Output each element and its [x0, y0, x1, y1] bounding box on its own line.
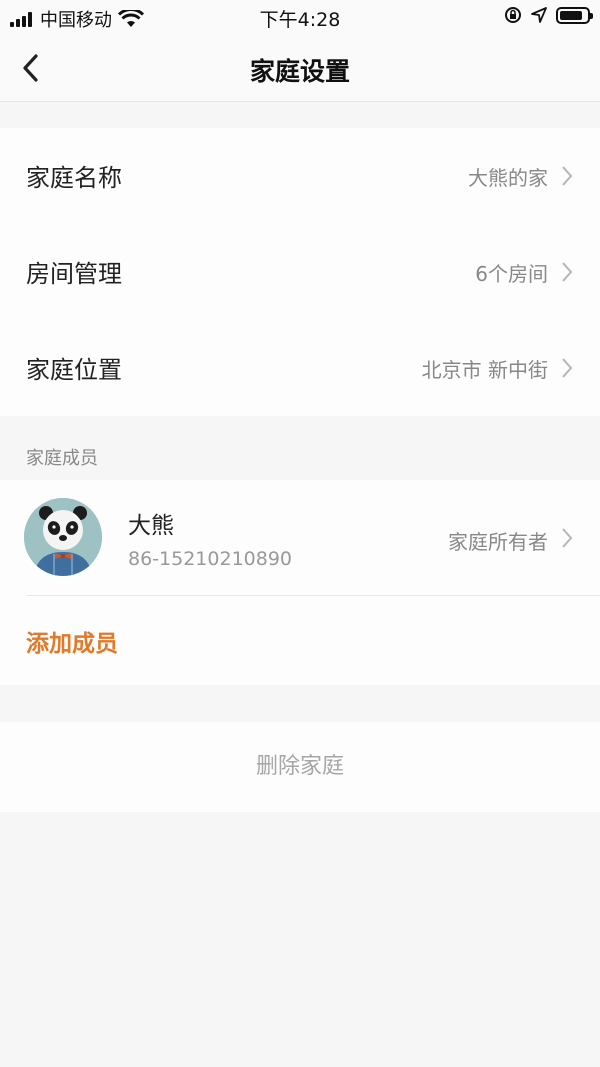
panda-avatar-icon: [24, 498, 102, 576]
chevron-right-icon: [562, 262, 573, 282]
settings-row-location[interactable]: 家庭位置 北京市 新中街: [0, 320, 600, 416]
row-label: 家庭位置: [26, 356, 122, 384]
member-name: 大熊: [128, 513, 174, 539]
member-phone: 86-15210210890: [128, 548, 293, 570]
settings-group: 家庭名称 大熊的家 房间管理 6个房间 家庭位置 北京市 新中街: [0, 128, 600, 416]
chevron-right-icon: [562, 166, 573, 186]
row-label: 家庭名称: [26, 164, 122, 192]
orientation-lock-icon: [505, 7, 521, 23]
delete-family-button[interactable]: 删除家庭: [0, 722, 600, 812]
members-section-label: 家庭成员: [26, 448, 98, 469]
divider: [26, 595, 600, 596]
status-right: [504, 6, 593, 24]
add-member-button[interactable]: 添加成员: [26, 624, 118, 658]
page-title: 家庭设置: [249, 57, 350, 86]
avatar: [24, 498, 102, 576]
nav-bar: 家庭设置: [0, 34, 600, 102]
status-bar: 中国移动 下午4:28: [0, 0, 600, 34]
settings-row-family-name[interactable]: 家庭名称 大熊的家: [0, 128, 600, 224]
row-label: 房间管理: [26, 260, 122, 288]
location-icon: [531, 7, 547, 23]
chevron-right-icon: [562, 358, 573, 378]
chevron-right-icon[interactable]: [560, 526, 574, 550]
row-value: 6个房间: [475, 262, 548, 286]
member-role[interactable]: 家庭所有者: [448, 526, 548, 555]
settings-row-rooms[interactable]: 房间管理 6个房间: [0, 224, 600, 320]
battery-icon: [556, 6, 593, 24]
row-value: 大熊的家: [468, 166, 548, 190]
row-value: 北京市 新中街: [421, 358, 548, 382]
